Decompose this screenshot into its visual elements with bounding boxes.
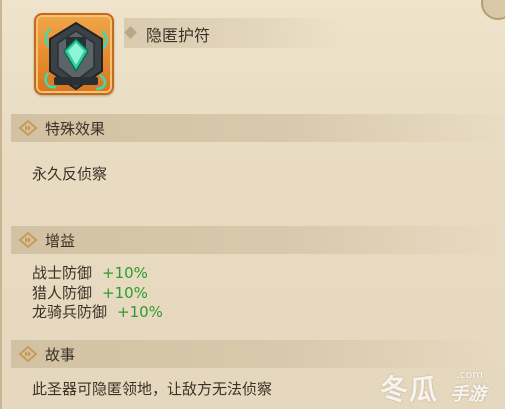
section-header-story: 故事	[11, 340, 505, 368]
bonus-label: 猎人防御	[32, 284, 93, 302]
section-chevron-icon	[19, 346, 37, 362]
special-effect-text: 永久反侦察	[32, 165, 108, 183]
bonus-label: 龙骑兵防御	[32, 303, 108, 321]
bonus-row: 战士防御 +10%	[32, 262, 148, 283]
section-title: 故事	[45, 346, 76, 364]
bonus-value: +10%	[102, 284, 148, 302]
bonus-row: 龙骑兵防御 +10%	[32, 301, 163, 322]
section-title: 增益	[45, 232, 76, 250]
amulet-icon	[44, 21, 108, 91]
item-icon-frame	[34, 13, 114, 95]
bonus-label: 战士防御	[32, 264, 93, 282]
bonus-row: 猎人防御 +10%	[32, 282, 148, 303]
section-chevron-icon	[19, 232, 37, 248]
watermark-logo: 冬瓜 .com 手游	[380, 366, 505, 409]
item-tooltip-panel: 隐匿护符 特殊效果 永久反侦察 增益 战士防御 +10% 猎人防御 +10% 龙骑兵…	[0, 0, 505, 409]
bonus-value: +10%	[117, 303, 163, 321]
item-name: 隐匿护符	[146, 26, 211, 45]
story-text: 此圣器可隐匿领地，让敌方无法侦察	[32, 380, 273, 398]
section-title: 特殊效果	[45, 120, 106, 138]
section-chevron-icon	[19, 120, 37, 136]
section-header-special-effect: 特殊效果	[11, 114, 505, 142]
bonus-value: +10%	[102, 264, 148, 282]
watermark-main: 冬瓜	[380, 373, 439, 406]
close-button[interactable]	[481, 0, 505, 20]
watermark-sub: 手游	[450, 384, 486, 405]
section-header-bonus: 增益	[11, 226, 505, 254]
